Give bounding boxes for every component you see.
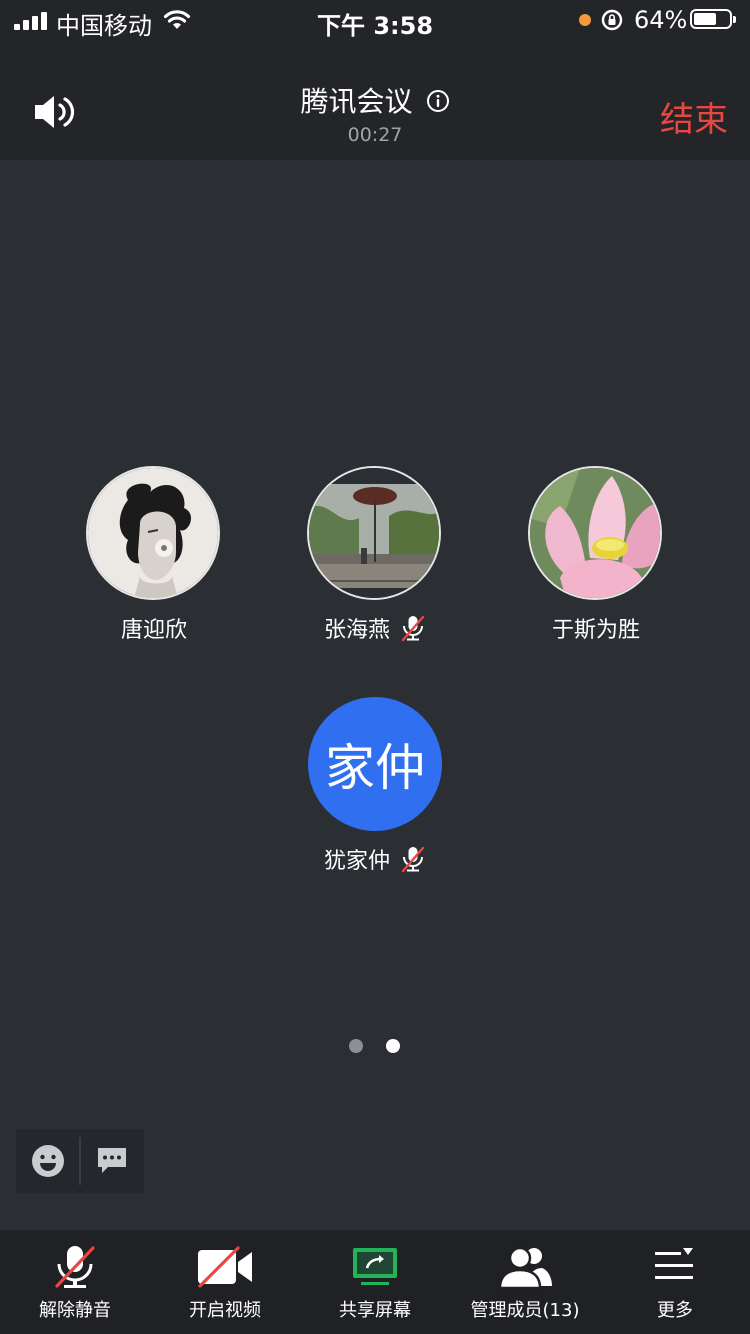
- share-screen-icon: [353, 1248, 397, 1285]
- members-icon: [498, 1246, 552, 1290]
- share-screen-label: 共享屏幕: [339, 1300, 411, 1321]
- share-screen-button[interactable]: 共享屏幕: [300, 1244, 450, 1322]
- divider: [79, 1137, 81, 1185]
- end-meeting-button[interactable]: 结束: [660, 92, 728, 141]
- avatar: [307, 466, 441, 600]
- start-video-button[interactable]: 开启视频: [150, 1244, 300, 1322]
- participant-name: 犹家仲: [323, 849, 390, 874]
- mic-muted-icon: [55, 1246, 95, 1288]
- avatar: [528, 466, 662, 600]
- meeting-title-group: 腾讯会议: [0, 80, 750, 120]
- camera-off-icon: [198, 1246, 252, 1288]
- participant-tile[interactable]: 家仲 犹家仲: [307, 697, 443, 875]
- mic-muted-icon: [401, 615, 425, 642]
- recording-indicator: [579, 14, 591, 26]
- start-video-label: 开启视频: [189, 1300, 261, 1321]
- manage-members-button[interactable]: 管理成员(13): [450, 1244, 600, 1322]
- meeting-timer: 00:27: [347, 124, 403, 146]
- participant-name: 张海燕: [323, 618, 390, 643]
- orientation-lock-icon: [601, 9, 623, 31]
- avatar: [86, 466, 220, 600]
- participant-tile[interactable]: 张海燕: [307, 466, 443, 644]
- status-bar: 中国移动 下午 3:58 64%: [0, 0, 750, 40]
- participant-tile[interactable]: 唐迎欣: [86, 466, 222, 644]
- battery-percent: 64%: [634, 6, 688, 34]
- page-dot-active[interactable]: [386, 1039, 400, 1053]
- more-button[interactable]: 更多: [600, 1244, 750, 1322]
- avatar: 家仲: [308, 697, 442, 831]
- more-label: 更多: [657, 1300, 693, 1321]
- page-dot[interactable]: [349, 1039, 363, 1053]
- participant-name: 于斯为胜: [551, 618, 640, 643]
- meeting-title: 腾讯会议: [300, 85, 413, 118]
- battery-icon: [690, 9, 736, 29]
- more-menu-icon: [655, 1248, 693, 1279]
- info-icon[interactable]: [426, 89, 450, 113]
- participant-name: 唐迎欣: [120, 618, 187, 643]
- emoji-icon[interactable]: [30, 1143, 66, 1179]
- manage-members-label: 管理成员(13): [470, 1300, 580, 1321]
- mic-muted-icon: [401, 846, 425, 873]
- unmute-label: 解除静音: [39, 1300, 111, 1321]
- participant-tile[interactable]: 于斯为胜: [528, 466, 664, 644]
- chat-icon[interactable]: [96, 1145, 128, 1175]
- unmute-button[interactable]: 解除静音: [0, 1244, 150, 1322]
